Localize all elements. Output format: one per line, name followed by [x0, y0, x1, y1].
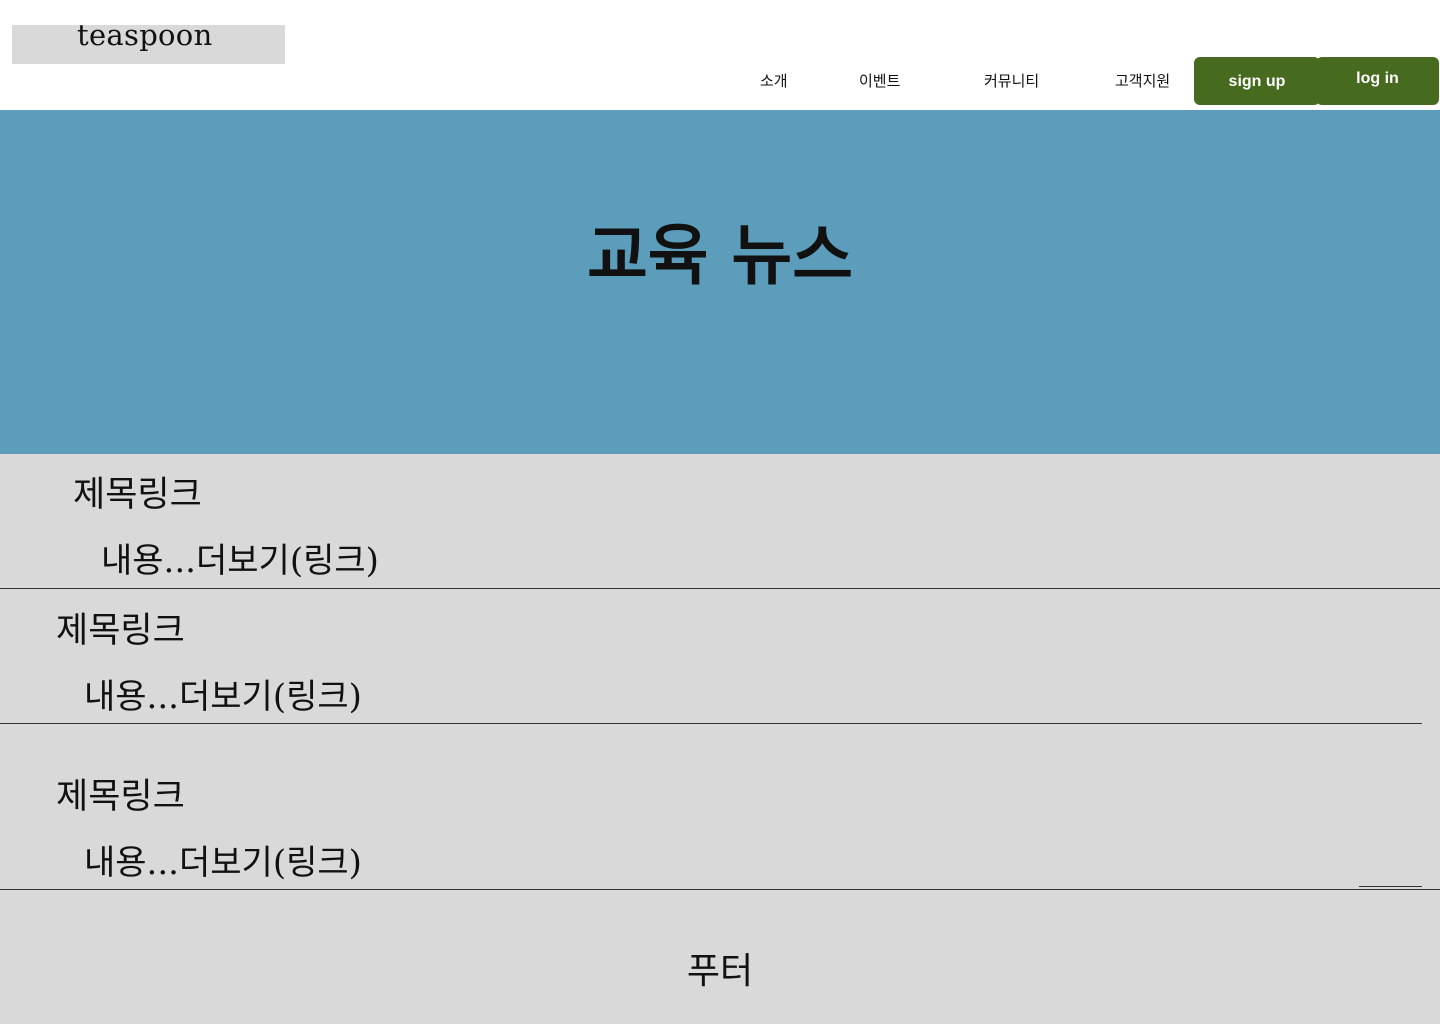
- page-title: 교육 뉴스: [587, 217, 853, 294]
- news-divider: [0, 889, 1440, 890]
- site-header: teaspoon 소개 이벤트 커뮤니티 고객지원 sign up log in: [0, 0, 1440, 110]
- nav-item-community[interactable]: 커뮤니티: [984, 70, 1039, 91]
- news-divider: [0, 588, 1440, 589]
- login-button[interactable]: log in: [1316, 57, 1439, 105]
- news-item-more-link[interactable]: 내용...더보기(링크): [84, 669, 362, 718]
- news-item-title-link[interactable]: 제목링크: [56, 768, 185, 819]
- news-item-more-link[interactable]: 내용...더보기(링크): [84, 835, 362, 884]
- nav-item-events[interactable]: 이벤트: [859, 70, 900, 91]
- signup-button[interactable]: sign up: [1194, 57, 1320, 105]
- news-divider-accent: [1359, 886, 1422, 887]
- news-item-more-link[interactable]: 내용...더보기(링크): [101, 533, 379, 582]
- news-item-title-link[interactable]: 제목링크: [56, 602, 185, 653]
- logo[interactable]: teaspoon: [77, 18, 213, 52]
- news-item-title-link[interactable]: 제목링크: [73, 466, 202, 517]
- footer: 푸터: [686, 951, 754, 992]
- hero-banner: 교육 뉴스: [0, 110, 1440, 454]
- nav-item-about[interactable]: 소개: [760, 70, 788, 91]
- news-divider: [0, 723, 1422, 724]
- nav-item-support[interactable]: 고객지원: [1115, 70, 1170, 91]
